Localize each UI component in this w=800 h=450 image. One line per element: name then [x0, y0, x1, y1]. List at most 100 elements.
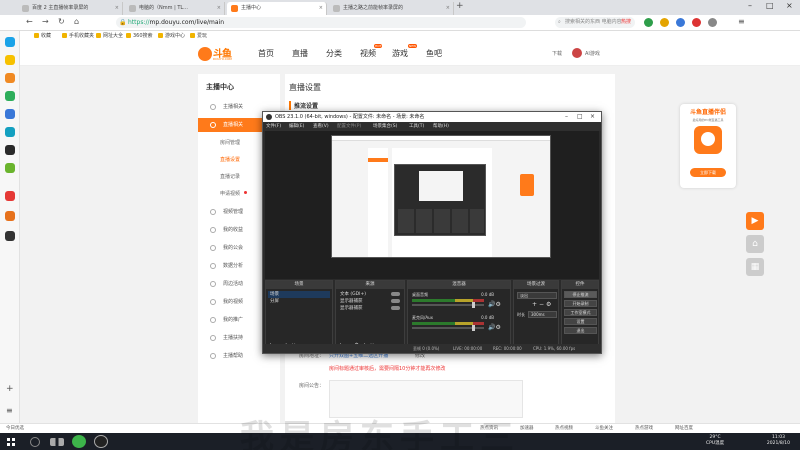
search-input[interactable]: ⌕ 搜索相关的东西 电脑内容 热搜 [555, 17, 635, 28]
obs-menu-profile[interactable]: 配置文件(P) [337, 122, 361, 131]
stop-streaming-button[interactable]: 停止推流 [564, 291, 597, 298]
maximize-icon[interactable]: □ [766, 1, 774, 10]
browser-app-icon[interactable] [72, 435, 86, 448]
clock[interactable]: 11:03 2021/8/10 [767, 435, 790, 447]
extension-icon[interactable] [644, 18, 653, 27]
obs-title-bar[interactable]: OBS 23.1.0 (64-bit, windows) - 配置文件: 未命名… [263, 112, 601, 122]
speaker-icon[interactable]: 🔊⚙ [488, 324, 501, 331]
url-input[interactable]: 🔒 https://mp.douyu.com/live/main [116, 17, 526, 28]
obs-menu-help[interactable]: 帮助(H) [433, 122, 449, 131]
tab-label: 主播中心 [241, 5, 262, 11]
sidebar-app-icon[interactable] [5, 191, 15, 201]
nav-game[interactable]: 游戏 [392, 48, 408, 59]
scene-item[interactable]: 场景 [268, 291, 330, 298]
transition-controls[interactable]: +−⚙ [532, 301, 553, 308]
browser-tab-2[interactable]: 电脑的（Nmm | TL... × [125, 2, 225, 15]
volume-slider[interactable] [412, 302, 484, 308]
close-icon[interactable]: × [115, 2, 119, 15]
qrcode-icon[interactable]: ▦ [746, 258, 764, 276]
bookmark-item[interactable]: 360搜索 [126, 31, 153, 42]
obs-menu-view[interactable]: 查看(V) [313, 122, 329, 131]
new-tab-icon[interactable]: + [456, 1, 464, 11]
play-icon[interactable]: ▶ [746, 212, 764, 230]
transition-select[interactable]: 淡出 [517, 292, 557, 299]
sidebar-app-icon[interactable] [5, 231, 15, 241]
extension-icon[interactable] [660, 18, 669, 27]
source-item[interactable]: 显示器捕获 [338, 298, 402, 305]
obs-app-icon[interactable] [94, 435, 108, 448]
promo-card[interactable]: 斗鱼直播伴侣 最好用的PC端直播工具 立即下载 [680, 104, 736, 188]
close-icon[interactable]: × [217, 2, 221, 15]
volume-slider[interactable] [412, 325, 484, 331]
nested-obs-window [394, 164, 486, 236]
studio-mode-button[interactable]: 工作室模式 [564, 309, 597, 316]
bookmark-item[interactable]: 手机收藏夹 [62, 31, 94, 42]
eye-lock-icon[interactable] [391, 306, 400, 310]
windows-start-icon[interactable] [0, 433, 22, 450]
bookmark-item[interactable]: 爱玩 [190, 31, 207, 42]
nav-category[interactable]: 分类 [326, 48, 342, 59]
menu-icon[interactable]: ≡ [6, 406, 13, 415]
close-icon[interactable]: × [319, 2, 323, 15]
bookmark-item[interactable]: 收藏 [34, 31, 51, 42]
eye-lock-icon[interactable] [391, 292, 400, 296]
sidebar-app-icon[interactable] [5, 163, 15, 173]
bookmark-item[interactable]: 网址大全 [96, 31, 123, 42]
extension-icon[interactable] [708, 18, 717, 27]
download-link[interactable]: 下载 [552, 50, 562, 57]
browser-tab-1[interactable]: 百度 2 主直播帧率录屏的 × [18, 2, 123, 15]
obs-preview[interactable] [265, 131, 599, 279]
close-icon[interactable]: × [590, 112, 595, 122]
speaker-icon[interactable]: 🔊⚙ [488, 301, 501, 308]
back-icon[interactable]: ← [26, 17, 33, 26]
extension-icon[interactable] [692, 18, 701, 27]
obs-menu-file[interactable]: 文件(F) [266, 122, 281, 131]
user-name[interactable]: AI游戏 [585, 50, 600, 57]
sidebar-app-icon[interactable] [5, 91, 15, 101]
sidebar-app-icon[interactable] [5, 37, 15, 47]
source-item[interactable]: 文本 (GDI+) [338, 291, 402, 298]
obs-menu-edit[interactable]: 编辑(E) [289, 122, 304, 131]
maximize-icon[interactable]: □ [577, 112, 583, 122]
start-recording-button[interactable]: 开始录制 [564, 300, 597, 307]
cpu-temp[interactable]: 29°C CPU温度 [706, 435, 724, 447]
minimize-icon[interactable]: – [748, 1, 752, 10]
browser-tab-3[interactable]: 主播中心 × [227, 2, 327, 15]
close-window-icon[interactable]: × [786, 1, 793, 10]
minimize-icon[interactable]: – [565, 112, 568, 122]
add-icon[interactable]: + [6, 384, 14, 394]
nav-live[interactable]: 直播 [292, 48, 308, 59]
eye-lock-icon[interactable] [391, 299, 400, 303]
obs-menu-scene-collection[interactable]: 场景集合(S) [373, 122, 397, 131]
sidebar-app-icon[interactable] [5, 127, 15, 137]
bookmark-item[interactable]: 游戏中心 [158, 31, 185, 42]
menu-icon[interactable]: ≡ [738, 17, 745, 26]
nav-video[interactable]: 视频 [360, 48, 376, 59]
sidebar-app-icon[interactable] [5, 211, 15, 221]
forward-icon[interactable]: → [42, 17, 49, 26]
exit-button[interactable]: 退出 [564, 327, 597, 334]
nav-yuba[interactable]: 鱼吧 [426, 48, 442, 59]
avatar[interactable] [572, 48, 582, 58]
douyu-logo[interactable]: 斗鱼 DOUYU.COM [198, 44, 238, 64]
home-icon[interactable]: ⌂ [74, 17, 79, 26]
browser-tab-4[interactable]: 主播之路之前能帧率录屏的 × [329, 2, 454, 15]
obs-menu-tools[interactable]: 工具(T) [409, 122, 424, 131]
scene-item[interactable]: 分屏 [268, 298, 330, 305]
sidebar-app-icon[interactable] [5, 55, 15, 65]
download-button[interactable]: 立即下载 [690, 168, 726, 177]
task-view-icon[interactable] [50, 438, 64, 446]
sidebar-app-icon[interactable] [5, 73, 15, 83]
obs-window[interactable]: OBS 23.1.0 (64-bit, windows) - 配置文件: 未命名… [262, 111, 602, 354]
extension-icon[interactable] [676, 18, 685, 27]
sidebar-app-icon[interactable] [5, 145, 15, 155]
close-icon[interactable]: × [446, 2, 450, 15]
search-icon[interactable] [30, 437, 40, 447]
sidebar-app-icon[interactable] [5, 109, 15, 119]
reload-icon[interactable]: ↻ [58, 17, 65, 26]
source-item[interactable]: 显示器捕获 [338, 305, 402, 312]
nav-home[interactable]: 首页 [258, 48, 274, 59]
settings-button[interactable]: 设置 [564, 318, 597, 325]
home-icon[interactable]: ⌂ [746, 235, 764, 253]
duration-input[interactable]: 300ms [528, 311, 557, 318]
